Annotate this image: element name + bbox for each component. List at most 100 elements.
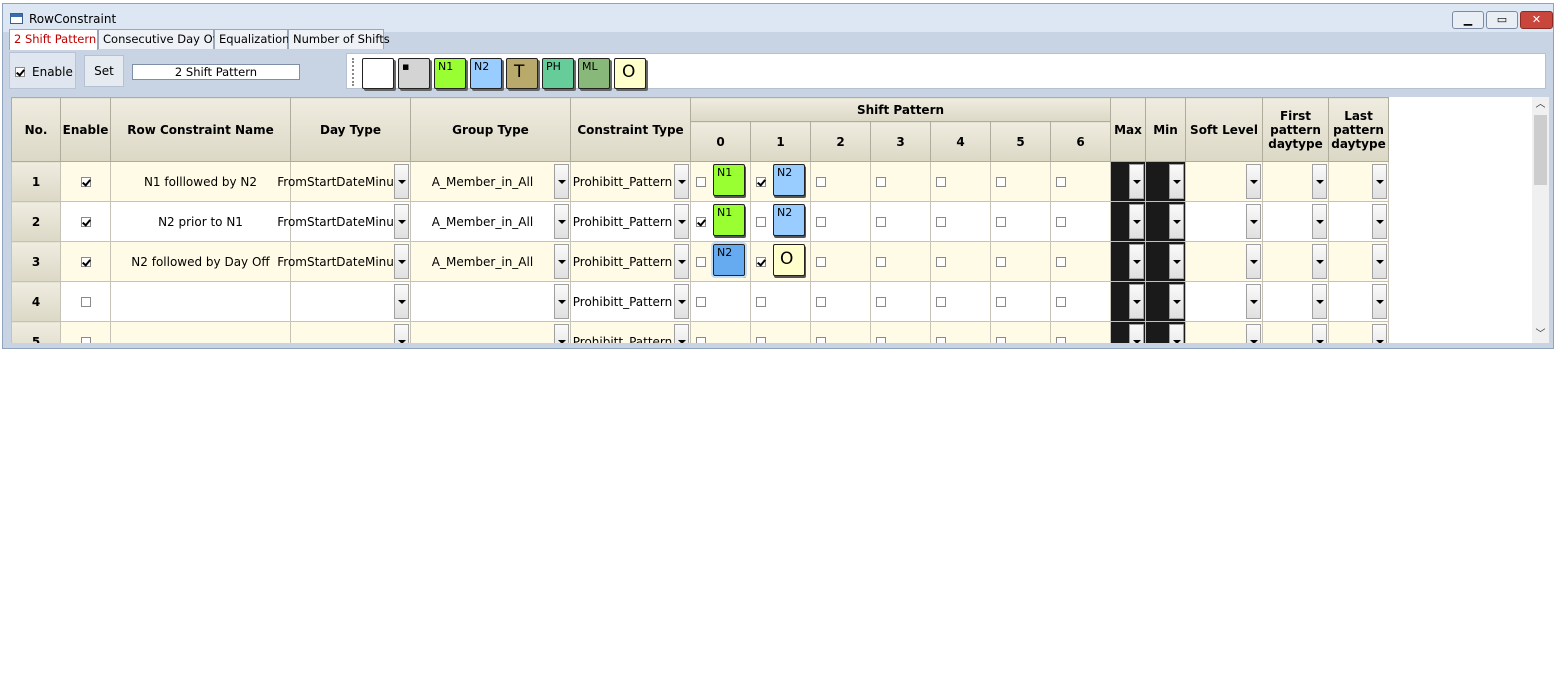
last-pattern-dropdown[interactable] [1329,282,1388,321]
day-type-cell[interactable]: FromStartDateMinus1 [277,201,411,242]
shift-pattern-cell[interactable] [990,321,1051,343]
shift-pattern-checkbox[interactable] [996,176,1006,187]
constraint-type-dropdown[interactable]: Prohibitt_Pattern [571,322,690,343]
group-type-cell[interactable] [410,321,571,343]
scroll-down-icon[interactable]: ﹀ [1532,327,1549,343]
day-type-dropdown[interactable]: FromStartDateMinus1 [277,202,410,241]
shift-pattern-checkbox[interactable] [816,336,826,343]
toolbar-grip[interactable] [352,58,356,86]
group-type-dropdown[interactable] [411,282,570,321]
first-pattern-cell[interactable] [1262,241,1329,282]
group-type-dropdown[interactable]: A_Member_in_All [411,162,570,201]
shift-pattern-cell[interactable] [870,241,931,282]
shift-pattern-cell[interactable] [750,321,811,343]
soft-level-cell[interactable] [1185,161,1263,202]
tab-consecutive-day-off[interactable]: Consecutive Day Off [98,29,221,49]
tab-2-shift-pattern[interactable]: 2 Shift Pattern [9,29,98,50]
shift-pattern-checkbox[interactable] [1056,296,1066,307]
shift-pattern-cell[interactable]: N2 [750,161,811,202]
shift-pattern-cell[interactable] [990,281,1051,322]
first-pattern-dropdown[interactable] [1263,282,1328,321]
last-pattern-dropdown[interactable] [1329,242,1388,281]
shift-pattern-checkbox[interactable] [876,256,886,267]
max-cell[interactable] [1110,241,1146,282]
shift-pattern-cell[interactable] [930,161,991,202]
min-dropdown[interactable] [1146,282,1185,321]
constraint-type-dropdown[interactable]: Prohibitt_Pattern [571,202,690,241]
row-number[interactable]: 2 [11,201,61,242]
shift-pattern-cell[interactable] [990,201,1051,242]
first-pattern-cell[interactable] [1262,201,1329,242]
constraint-type-cell[interactable]: Prohibitt_Pattern [570,201,691,242]
shift-chip[interactable]: N1 [713,204,745,236]
shift-pattern-checkbox[interactable] [756,296,766,307]
shift-pattern-cell[interactable]: O [750,241,811,282]
constraint-type-cell[interactable]: Prohibitt_Pattern [570,161,691,202]
dropdown-arrow-icon[interactable] [1246,244,1261,279]
dropdown-arrow-icon[interactable] [1246,164,1261,199]
shift-pattern-checkbox[interactable] [936,216,946,227]
max-dropdown[interactable] [1111,162,1145,201]
constraint-type-dropdown[interactable]: Prohibitt_Pattern [571,282,690,321]
dropdown-arrow-icon[interactable] [1129,164,1144,199]
shift-pattern-checkbox[interactable] [936,176,946,187]
shift-pattern-checkbox[interactable] [756,256,766,267]
shift-chip[interactable]: O [773,244,805,276]
max-cell[interactable] [1110,321,1146,343]
group-type-dropdown[interactable] [411,322,570,343]
row-number[interactable]: 1 [11,161,61,202]
set-button[interactable]: Set [84,55,124,87]
last-pattern-dropdown[interactable] [1329,202,1388,241]
row-constraint-name[interactable] [110,321,291,343]
row-constraint-name[interactable]: N1 folllowed by N2 [110,161,291,202]
max-dropdown[interactable] [1111,282,1145,321]
group-type-dropdown[interactable]: A_Member_in_All [411,202,570,241]
dropdown-arrow-icon[interactable] [1129,284,1144,319]
row-constraint-name[interactable]: N2 prior to N1 [110,201,291,242]
shift-chip[interactable]: N2 [773,164,805,196]
first-pattern-cell[interactable] [1262,321,1329,343]
shift-pattern-checkbox[interactable] [936,296,946,307]
day-type-dropdown[interactable]: FromStartDateMinus1 [277,162,410,201]
soft-level-dropdown[interactable] [1186,162,1262,201]
enable-toggle[interactable]: Enable [9,52,76,89]
shift-pattern-cell[interactable] [810,161,871,202]
last-pattern-cell[interactable] [1328,321,1389,343]
max-cell[interactable] [1110,201,1146,242]
constraint-type-dropdown[interactable]: Prohibitt_Pattern [571,242,690,281]
minimize-button[interactable]: ▁ [1452,11,1484,29]
palette-item[interactable]: ML [578,58,610,89]
dropdown-arrow-icon[interactable] [394,244,409,279]
dropdown-arrow-icon[interactable] [674,324,689,343]
row-enable-cell[interactable] [60,321,111,343]
dropdown-arrow-icon[interactable] [554,324,569,343]
scroll-up-icon[interactable]: ︿ [1532,97,1549,113]
palette-item[interactable]: O [614,58,646,89]
pattern-name-input[interactable]: 2 Shift Pattern [132,64,300,80]
constraint-type-cell[interactable]: Prohibitt_Pattern [570,281,691,322]
shift-chip[interactable]: N2 [711,242,747,278]
max-dropdown[interactable] [1111,242,1145,281]
dropdown-arrow-icon[interactable] [674,284,689,319]
maximize-button[interactable]: ▭ [1486,11,1518,29]
shift-pattern-checkbox[interactable] [756,336,766,343]
constraint-type-cell[interactable]: Prohibitt_Pattern [570,241,691,282]
shift-pattern-cell[interactable] [930,321,991,343]
shift-pattern-checkbox[interactable] [756,176,766,187]
soft-level-dropdown[interactable] [1186,242,1262,281]
row-enable-checkbox[interactable] [80,257,91,267]
constraint-type-dropdown[interactable]: Prohibitt_Pattern [571,162,690,201]
soft-level-dropdown[interactable] [1186,322,1262,343]
dropdown-arrow-icon[interactable] [1372,164,1387,199]
row-enable-cell[interactable] [60,241,111,282]
soft-level-cell[interactable] [1185,201,1263,242]
dropdown-arrow-icon[interactable] [1169,244,1184,279]
shift-pattern-cell[interactable] [810,201,871,242]
shift-pattern-checkbox[interactable] [936,256,946,267]
dropdown-arrow-icon[interactable] [1312,244,1327,279]
row-number[interactable]: 4 [11,281,61,322]
dropdown-arrow-icon[interactable] [1129,244,1144,279]
dropdown-arrow-icon[interactable] [1372,284,1387,319]
shift-pattern-checkbox[interactable] [996,256,1006,267]
group-type-cell[interactable] [410,281,571,322]
